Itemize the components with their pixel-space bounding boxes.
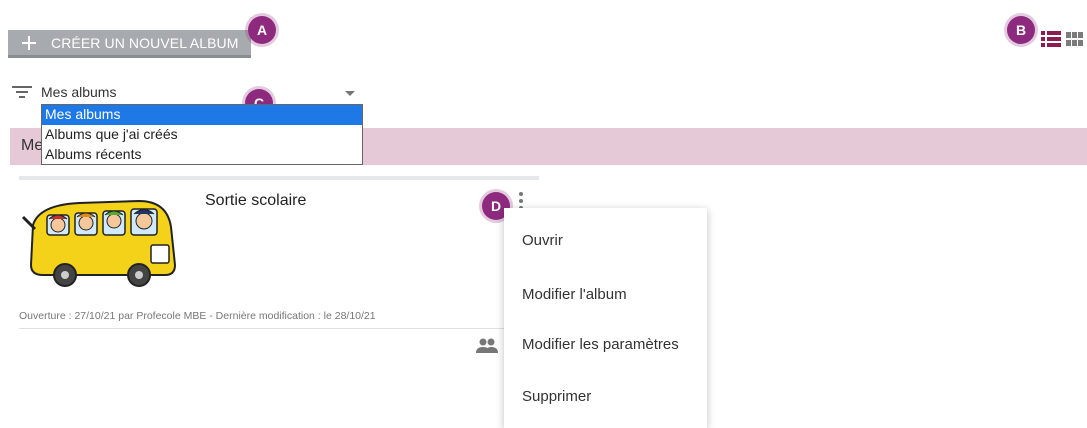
album-title[interactable]: Sortie scolaire <box>205 192 306 210</box>
filter-selected-value: Mes albums <box>41 84 117 100</box>
card-divider <box>19 328 539 329</box>
menu-item-edit-album[interactable]: Modifier l'album <box>522 286 627 303</box>
create-album-label: CRÉER UN NOUVEL ALBUM <box>51 34 239 51</box>
chevron-down-icon <box>345 91 355 96</box>
filter-icon <box>12 86 32 100</box>
filter-option-albums-crees[interactable]: Albums que j'ai créés <box>42 125 362 145</box>
section-title: Me <box>21 137 44 154</box>
menu-item-delete[interactable]: Supprimer <box>522 388 591 405</box>
album-meta: Ouverture : 27/10/21 par Profecole MBE -… <box>19 310 376 322</box>
filter-option-mes-albums[interactable]: Mes albums <box>42 105 362 125</box>
grid-view-icon[interactable] <box>1066 32 1083 46</box>
album-filter-select[interactable]: Mes albums <box>41 84 361 104</box>
menu-item-edit-settings[interactable]: Modifier les paramètres <box>522 336 679 353</box>
callout-badge-a: A <box>248 16 276 44</box>
create-album-button[interactable]: CRÉER UN NOUVEL ALBUM <box>8 30 251 58</box>
plus-icon <box>22 35 36 50</box>
callout-badge-b: B <box>1007 16 1035 44</box>
album-context-menu: Ouvrir Modifier l'album Modifier les par… <box>504 208 707 428</box>
filter-dropdown: Mes albums Albums que j'ai créés Albums … <box>41 104 363 165</box>
people-icon[interactable] <box>476 338 498 354</box>
list-view-icon[interactable] <box>1041 31 1061 47</box>
menu-item-open[interactable]: Ouvrir <box>522 232 563 249</box>
card-top-border <box>19 176 539 180</box>
filter-option-albums-recents[interactable]: Albums récents <box>42 145 362 165</box>
album-thumbnail[interactable] <box>19 187 181 291</box>
